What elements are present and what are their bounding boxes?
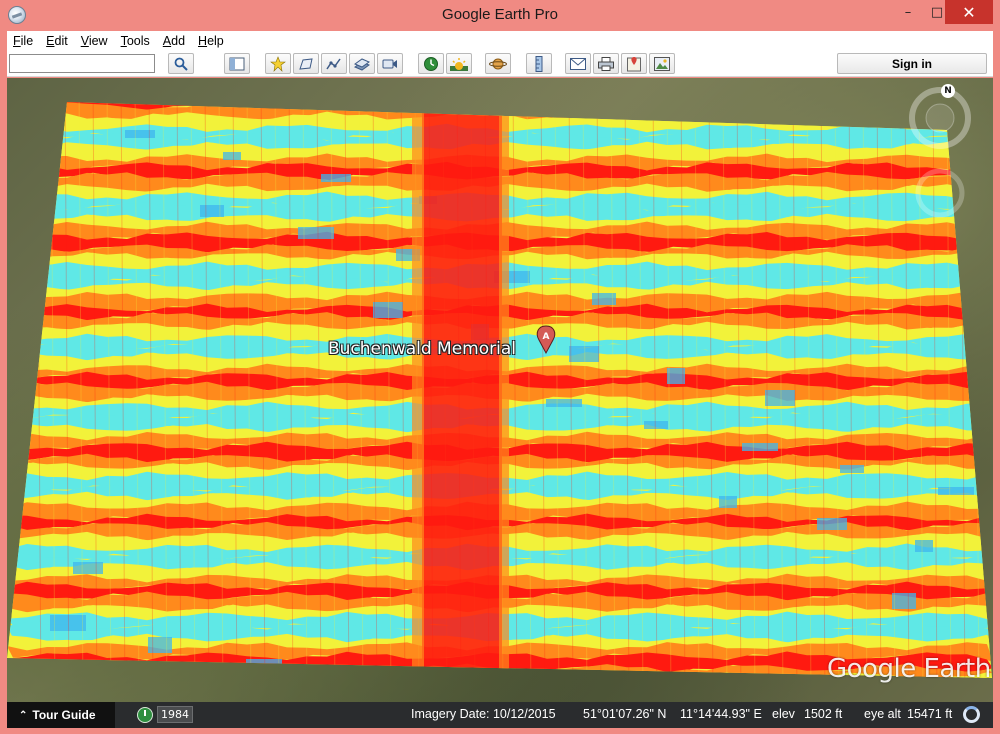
ground-overlay-heatmap	[7, 102, 993, 703]
elevation-value: 1502 ft	[804, 707, 843, 721]
menu-view[interactable]: View	[81, 34, 108, 48]
close-icon[interactable]: ✕	[945, 0, 993, 24]
heatmap-blue-patch	[667, 368, 685, 384]
historical-imagery-icon[interactable]	[137, 707, 153, 723]
placemark-icon	[270, 55, 286, 72]
heatmap-band	[7, 694, 993, 703]
placemark-label[interactable]: Buchenwald Memorial	[328, 339, 516, 359]
google-earth-watermark: Google Earth	[827, 654, 991, 684]
heatmap-blue-patch	[817, 518, 847, 530]
app-window: Google Earth Pro – □ ✕ File Edit View To…	[0, 0, 1000, 734]
eye-altitude-value: 15471 ft	[907, 707, 953, 721]
menu-edit[interactable]: Edit	[46, 34, 68, 48]
heatmap-blue-patch	[223, 152, 241, 160]
historical-imagery-button[interactable]	[418, 53, 444, 74]
map-viewport[interactable]: A N Buchenwald Memorial Google Earth	[7, 78, 993, 702]
heatmap-blue-patch	[321, 174, 351, 182]
view-in-maps-button[interactable]	[621, 53, 647, 74]
email-button[interactable]	[565, 53, 591, 74]
heatmap-blue-patch	[644, 421, 668, 429]
menu-file[interactable]: File	[13, 34, 33, 48]
sun-icon	[450, 57, 468, 71]
heatmap-blue-patch	[569, 346, 599, 362]
heatmap-streak	[988, 102, 992, 678]
add-placemark-button[interactable]	[265, 53, 291, 74]
toolbar: Sign in	[7, 51, 993, 77]
search-icon	[174, 57, 188, 71]
save-image-button[interactable]	[649, 53, 675, 74]
email-icon	[570, 57, 586, 70]
print-icon	[598, 56, 614, 71]
tour-guide-label: Tour Guide	[32, 708, 96, 722]
planet-icon	[489, 58, 507, 69]
latitude-readout: 51°01'07.26" N	[583, 707, 667, 721]
heatmap-blue-patch	[742, 443, 778, 451]
compass-north-label[interactable]: N	[941, 84, 955, 98]
record-tour-button[interactable]	[377, 53, 403, 74]
sign-in-button[interactable]: Sign in	[837, 53, 987, 74]
menu-bar: File Edit View Tools Add Help	[7, 31, 993, 51]
heatmap-blue-patch	[546, 399, 582, 407]
ruler-button[interactable]	[526, 53, 552, 74]
print-button[interactable]	[593, 53, 619, 74]
heatmap-blue-patch	[125, 130, 155, 138]
path-icon	[326, 58, 341, 69]
menu-add[interactable]: Add	[163, 34, 185, 48]
heatmap-blue-patch	[200, 205, 224, 217]
polygon-icon	[299, 57, 313, 70]
status-bar: ⌃ Tour Guide 1984 Imagery Date: 10/12/20…	[7, 702, 993, 728]
title-bar[interactable]: Google Earth Pro – □ ✕	[0, 0, 1000, 30]
heatmap-blue-patch	[719, 496, 737, 508]
clock-icon	[424, 56, 438, 71]
heatmap-blue-patch	[765, 390, 795, 406]
heatmap-blue-patch	[915, 540, 933, 552]
sidebar-toggle-button[interactable]	[224, 53, 250, 74]
heatmap-band	[7, 682, 993, 702]
sunlight-button[interactable]	[446, 53, 472, 74]
add-polygon-button[interactable]	[293, 53, 319, 74]
minimize-icon[interactable]: –	[893, 0, 923, 24]
heatmap-blue-patch	[73, 562, 103, 574]
maps-icon	[627, 56, 641, 71]
heatmap-blue-patch	[148, 637, 172, 653]
record-tour-icon	[382, 59, 397, 68]
menu-tools[interactable]: Tools	[121, 34, 150, 48]
heatmap-blue-patch	[892, 593, 916, 609]
add-overlay-button[interactable]	[349, 53, 375, 74]
menu-help[interactable]: Help	[198, 34, 224, 48]
heatmap-vertical-band	[422, 102, 502, 678]
heatmap-blue-patch	[246, 659, 282, 675]
elevation-label: elev	[772, 707, 795, 721]
placemark-marker-letter: A	[543, 332, 550, 342]
heatmap-vertical-band-edge	[412, 102, 424, 678]
heatmap-vertical-band-edge	[499, 102, 509, 678]
terrain-overlay-svg: A	[7, 87, 993, 703]
planets-button[interactable]	[485, 53, 511, 74]
search-input[interactable]	[9, 54, 155, 73]
search-button[interactable]	[168, 53, 194, 74]
tour-guide-button[interactable]: ⌃ Tour Guide	[7, 702, 115, 728]
imagery-date: Imagery Date: 10/12/2015	[411, 707, 556, 721]
image-overlay-icon	[354, 57, 370, 71]
loading-spinner-icon	[963, 706, 980, 723]
historical-year-badge[interactable]: 1984	[157, 706, 193, 723]
eye-altitude-label: eye alt	[864, 707, 901, 721]
heatmap-blue-patch	[298, 227, 334, 239]
save-image-icon	[654, 56, 670, 71]
chevron-up-icon: ⌃	[19, 709, 28, 721]
ruler-icon	[535, 55, 543, 72]
heatmap-blue-patch	[27, 108, 45, 116]
add-path-button[interactable]	[321, 53, 347, 74]
heatmap-blue-patch	[938, 487, 974, 495]
sidebar-icon	[229, 57, 245, 70]
longitude-readout: 11°14'44.93" E	[680, 707, 762, 721]
window-title: Google Earth Pro	[442, 6, 558, 23]
